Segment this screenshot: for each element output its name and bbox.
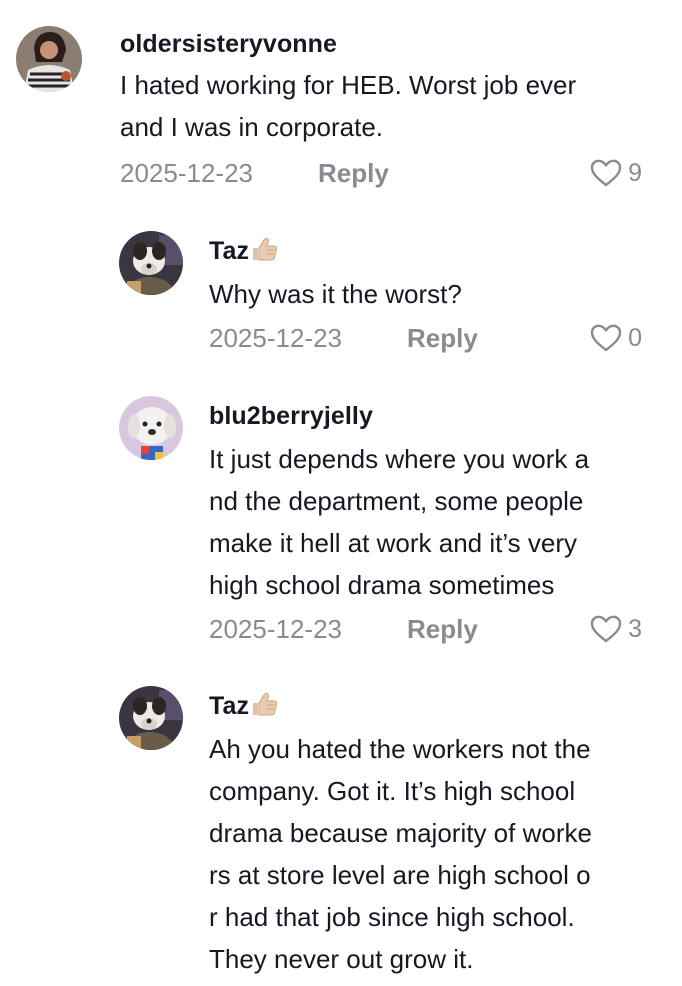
avatar[interactable] [16, 26, 82, 92]
comment-meta: 2025-12-23 Reply 9 [120, 158, 642, 192]
heart-icon [590, 615, 622, 643]
avatar[interactable] [119, 396, 183, 460]
like-count: 0 [628, 323, 642, 352]
reply-button[interactable]: Reply [407, 614, 478, 645]
avatar[interactable] [119, 686, 183, 750]
comment-meta: 2025-12-23 Reply 0 [209, 323, 642, 357]
heart-icon [590, 159, 622, 187]
comment-username[interactable]: oldersisteryvonne [120, 28, 642, 60]
avatar-image [119, 686, 183, 750]
like-count: 3 [628, 614, 642, 643]
comment-text: I hated working for HEB. Worst job ever … [120, 70, 577, 142]
like-count: 9 [628, 158, 642, 187]
like-button[interactable]: 3 [589, 614, 642, 644]
thumbs-up-emoji-icon [253, 237, 278, 261]
avatar-image [119, 231, 183, 295]
like-button[interactable]: 0 [589, 323, 642, 353]
comment-username[interactable]: Taz [209, 235, 642, 267]
reply-button[interactable]: Reply [318, 158, 389, 189]
avatar[interactable] [119, 231, 183, 295]
comment-date: 2025-12-23 [209, 614, 342, 644]
avatar-image [119, 396, 183, 460]
comment-username[interactable]: Taz [209, 690, 642, 722]
avatar-image [16, 26, 82, 92]
reply-button[interactable]: Reply [407, 323, 478, 354]
comment-date: 2025-12-23 [209, 323, 342, 353]
comment-text: It just depends where you work a nd the … [209, 444, 590, 600]
thumbs-up-emoji-icon [253, 692, 278, 716]
comment-username[interactable]: blu2berryjelly [209, 400, 642, 432]
comment-text: Why was it the worst? [209, 279, 462, 309]
comment-date: 2025-12-23 [120, 158, 253, 188]
like-button[interactable]: 9 [589, 158, 642, 188]
comment-meta: 2025-12-23 Reply 3 [209, 614, 642, 648]
comment-text: Ah you hated the workers not the company… [209, 734, 592, 974]
heart-icon [590, 324, 622, 352]
